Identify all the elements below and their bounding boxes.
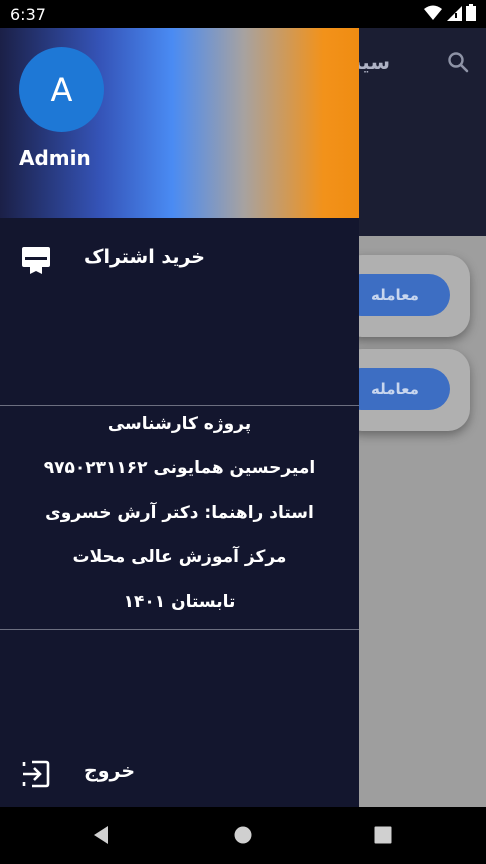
navigation-drawer: A Admin خرید اشتراک پروژه کارشناسی امیرح…: [0, 28, 359, 807]
info-line: پروژه کارشناسی: [107, 414, 252, 434]
back-icon[interactable]: [92, 825, 112, 845]
exit-to-app-icon: [22, 760, 50, 788]
system-nav-bar: [0, 807, 486, 864]
menu-item-subscribe[interactable]: خرید اشتراک: [0, 228, 359, 292]
user-name: Admin: [19, 146, 91, 170]
signal-icon: [447, 5, 462, 21]
status-bar: 6:37: [0, 0, 486, 28]
home-icon[interactable]: [233, 825, 253, 845]
search-icon[interactable]: [446, 50, 470, 74]
info-line: مرکز آموزش عالی محلات: [72, 547, 287, 567]
battery-icon: [466, 4, 476, 21]
status-icons: [424, 4, 476, 21]
menu-item-label: خروج: [84, 760, 136, 782]
info-line: امیرحسین همایونی ۹۷۵۰۲۳۱۱۶۲: [43, 458, 316, 478]
deal-card: معامله: [340, 349, 470, 431]
wifi-icon: [424, 5, 442, 20]
avatar[interactable]: A: [19, 47, 104, 132]
info-line: تابستان ۱۴۰۱: [123, 592, 236, 612]
status-time: 6:37: [10, 5, 46, 24]
project-info: پروژه کارشناسی امیرحسین همایونی ۹۷۵۰۲۳۱۱…: [0, 406, 359, 629]
divider: [0, 629, 359, 630]
drawer-header: A Admin: [0, 28, 359, 218]
card-membership-icon: [22, 247, 50, 274]
menu-item-logout[interactable]: خروج: [0, 742, 359, 806]
info-line: استاد راهنما: دکتر آرش خسروی: [45, 503, 314, 523]
menu-item-label: خرید اشتراک: [84, 246, 205, 268]
recents-icon[interactable]: [373, 825, 393, 845]
deal-card: معامله: [340, 255, 470, 337]
